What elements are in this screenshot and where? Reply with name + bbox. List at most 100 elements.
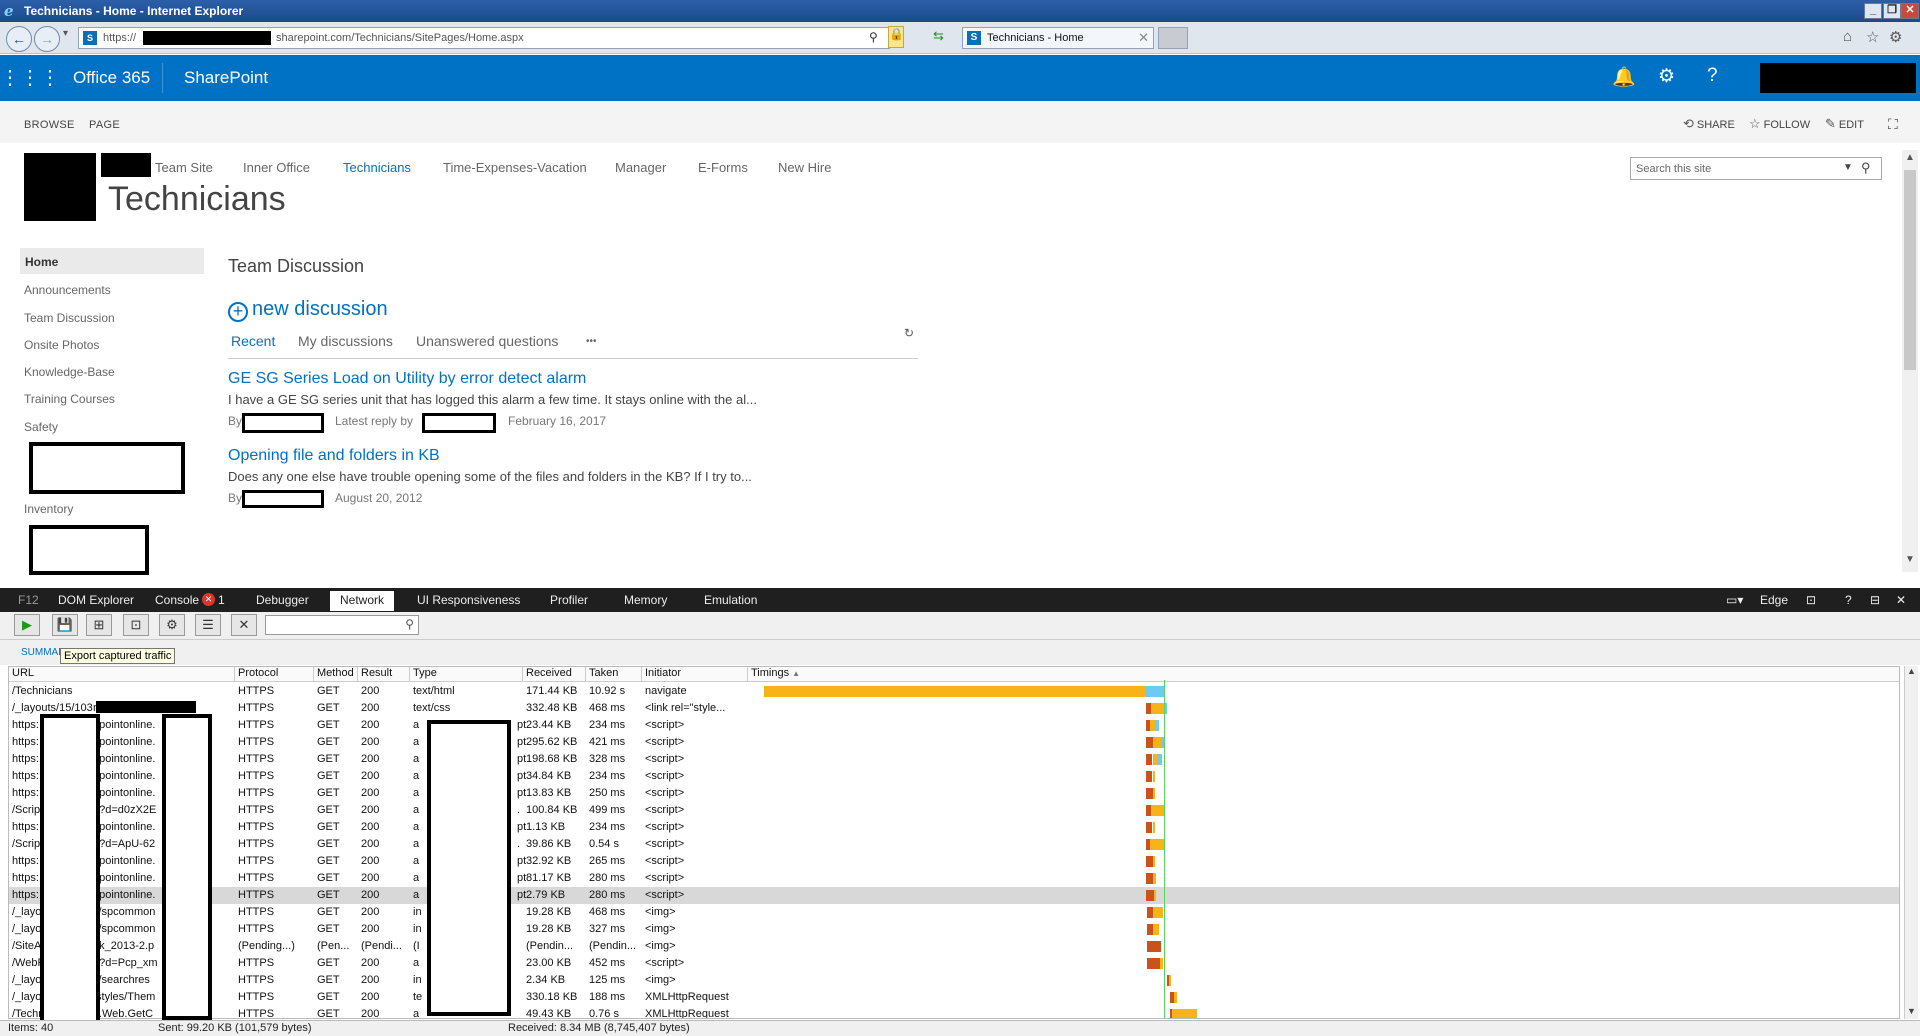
home-icon[interactable]: ⌂	[1843, 28, 1852, 45]
devtab-profiler[interactable]: Profiler	[550, 593, 588, 607]
leftnav-safety[interactable]: Safety	[24, 420, 58, 434]
suite-app-name[interactable]: SharePoint	[184, 68, 268, 88]
ribbon-tab-page[interactable]: PAGE	[89, 119, 120, 131]
suite-brand[interactable]: Office 365	[73, 68, 150, 88]
devtab-memory[interactable]: Memory	[624, 593, 667, 607]
post-title[interactable]: GE SG Series Load on Utility by error de…	[228, 370, 586, 388]
topnav-team-site[interactable]: Team Site	[155, 160, 213, 175]
network-row[interactable]: https: HTTPS GET 200 a 2.79 KB 280 ms <script> e…	[9, 887, 1899, 904]
network-row[interactable]: /_layo HTTPS GET 200 in 19.28 KB 327 ms <img> s/…	[9, 921, 1899, 938]
leftnav-announcements[interactable]: Announcements	[24, 283, 111, 297]
clear-cache-icon[interactable]: ⊡	[123, 614, 149, 636]
console-toggle-icon[interactable]: ⊡	[1806, 593, 1816, 607]
help-icon[interactable]: ?	[1707, 65, 1718, 87]
compat-view-icon[interactable]: ⇆	[933, 28, 944, 44]
network-row[interactable]: https: HTTPS GET 200 a 295.62 KB 421 ms <script…	[9, 734, 1899, 751]
topnav-manager[interactable]: Manager	[615, 160, 666, 175]
search-scope-dropdown-icon[interactable]: ▼	[1843, 162, 1853, 173]
close-tab-icon[interactable]: ✕	[1138, 30, 1149, 46]
network-row[interactable]: https: HTTPS GET 200 a 23.44 KB 234 ms <script>…	[9, 717, 1899, 734]
clear-entries-icon[interactable]: ✕	[231, 614, 257, 636]
topnav-time-expenses-vacation[interactable]: Time-Expenses-Vacation	[443, 160, 587, 175]
topnav-e-forms[interactable]: E-Forms	[698, 160, 748, 175]
col-url[interactable]: URL	[9, 667, 235, 682]
scroll-thumb[interactable]	[1904, 170, 1916, 370]
devtab-dom-explorer[interactable]: DOM Explorer	[58, 593, 134, 607]
network-row[interactable]: /_layo HTTPS GET 200 in 2.34 KB 125 ms <img> s/s…	[9, 972, 1899, 989]
leftnav-home[interactable]: Home	[20, 248, 204, 274]
devtab-console[interactable]: Console	[155, 593, 199, 607]
network-row[interactable]: https: HTTPS GET 200 a 13.83 KB 250 ms <script>…	[9, 785, 1899, 802]
back-icon[interactable]: ←	[6, 26, 32, 52]
leftnav-knowledge-base[interactable]: Knowledge-Base	[24, 365, 115, 379]
scroll-up-icon[interactable]: ▲	[1905, 152, 1915, 163]
network-filter-input[interactable]: ⚲	[265, 615, 419, 635]
network-row[interactable]: /Technicians HTTPS GET 200 text/html 171.44 K…	[9, 683, 1899, 700]
forward-icon[interactable]: →	[34, 26, 60, 52]
network-row[interactable]: https: HTTPS GET 200 a 1.13 KB 234 ms <script> e…	[9, 819, 1899, 836]
devtools-help-icon[interactable]: ?	[1845, 593, 1852, 607]
url-field[interactable]: S https:// sharepoint.com/Technicians/Si…	[78, 27, 890, 49]
network-row[interactable]: /SiteA (Pending...) (Pen... (Pendi... (I (Pen…	[9, 938, 1899, 955]
ribbon-tab-browse[interactable]: BROWSE	[24, 119, 75, 131]
share-button[interactable]: ⟲ SHARE	[1683, 116, 1735, 132]
network-row[interactable]: /Techn HTTPS GET 200 a 49.43 KB 0.76 s XMLHttpR…	[9, 1006, 1899, 1018]
refresh-icon[interactable]: ↻	[904, 326, 914, 340]
devtab-network[interactable]: Network	[330, 591, 395, 611]
search-icon[interactable]: ⚲	[869, 30, 878, 44]
new-tab-button[interactable]	[1158, 27, 1188, 49]
search-submit-icon[interactable]: ⚲	[1861, 160, 1871, 176]
devtab-ui-responsiveness[interactable]: UI Responsiveness	[417, 593, 520, 607]
network-row[interactable]: https: HTTPS GET 200 a 34.84 KB 234 ms <script>…	[9, 768, 1899, 785]
more-tabs-ellipsis-icon[interactable]: •••	[586, 336, 597, 347]
start-profiling-icon[interactable]: ▶	[14, 614, 40, 636]
leftnav-training-courses[interactable]: Training Courses	[24, 392, 115, 406]
topnav-technicians[interactable]: Technicians	[343, 160, 411, 175]
network-scrollbar[interactable]: ▲ ▼	[1904, 666, 1918, 1019]
scroll-up-icon[interactable]: ▲	[1907, 666, 1916, 676]
leftnav-inventory[interactable]: Inventory	[24, 502, 73, 516]
topnav-new-hire[interactable]: New Hire	[778, 160, 831, 175]
leftnav-team-discussion[interactable]: Team Discussion	[24, 311, 115, 325]
history-dropdown-icon[interactable]: ▾	[63, 28, 68, 39]
maximize-icon[interactable]: ❐	[1883, 3, 1901, 19]
redacted-user[interactable]	[1760, 63, 1916, 93]
document-mode[interactable]: Edge	[1760, 593, 1788, 607]
site-search-box[interactable]: Search this site ▼ ⚲	[1630, 157, 1882, 180]
browser-tab[interactable]: S Technicians - Home ✕	[962, 27, 1154, 49]
scroll-down-icon[interactable]: ▼	[1905, 554, 1915, 565]
devtab-debugger[interactable]: Debugger	[256, 593, 309, 607]
col-method[interactable]: Method	[314, 667, 358, 682]
new-discussion-link[interactable]: + new discussion	[228, 298, 388, 322]
lock-icon[interactable]: 🔒	[888, 26, 904, 48]
col-received[interactable]: Received	[523, 667, 586, 682]
minimize-icon[interactable]: _	[1864, 3, 1882, 19]
favorites-star-icon[interactable]: ☆	[1866, 28, 1879, 46]
col-protocol[interactable]: Protocol	[235, 667, 314, 682]
col-result[interactable]: Result	[358, 667, 410, 682]
tab-recent[interactable]: Recent	[231, 333, 275, 349]
leftnav-onsite-photos[interactable]: Onsite Photos	[24, 338, 99, 352]
col-initiator[interactable]: Initiator	[642, 667, 748, 682]
network-row[interactable]: /_layo HTTPS GET 200 te 330.18 KB 188 ms XMLHtt…	[9, 989, 1899, 1006]
tab-unanswered-questions[interactable]: Unanswered questions	[416, 333, 558, 349]
network-row[interactable]: /WebR HTTPS GET 200 a 23.00 KB 452 ms <script> d…	[9, 955, 1899, 972]
network-row[interactable]: https: HTTPS GET 200 a 81.17 KB 280 ms <script>…	[9, 870, 1899, 887]
app-launcher-icon[interactable]: ⋮⋮⋮	[0, 55, 60, 101]
web-part-title[interactable]: Team Discussion	[228, 256, 364, 277]
filter-list-icon[interactable]: ☰	[195, 614, 221, 636]
close-window-icon[interactable]: ✕	[1901, 3, 1919, 19]
follow-button[interactable]: ☆ FOLLOW	[1749, 116, 1810, 132]
network-row[interactable]: /Script HTTPS GET 200 a 100.84 KB 499 ms <scrip…	[9, 802, 1899, 819]
focus-content-icon[interactable]: ⛶	[1888, 116, 1898, 133]
col-taken[interactable]: Taken	[586, 667, 642, 682]
post-title[interactable]: Opening file and folders in KB	[228, 447, 440, 465]
notifications-bell-icon[interactable]: 🔔	[1612, 65, 1636, 89]
network-row[interactable]: https: HTTPS GET 200 a 198.68 KB 328 ms <script…	[9, 751, 1899, 768]
page-scrollbar[interactable]: ▲ ▼	[1902, 150, 1918, 572]
tab-my-discussions[interactable]: My discussions	[298, 333, 393, 349]
col-type[interactable]: Type	[410, 667, 523, 682]
site-title[interactable]: Technicians	[108, 180, 286, 219]
clear-cookies-icon[interactable]: ⚙	[159, 614, 185, 636]
devtab-emulation[interactable]: Emulation	[704, 593, 757, 607]
